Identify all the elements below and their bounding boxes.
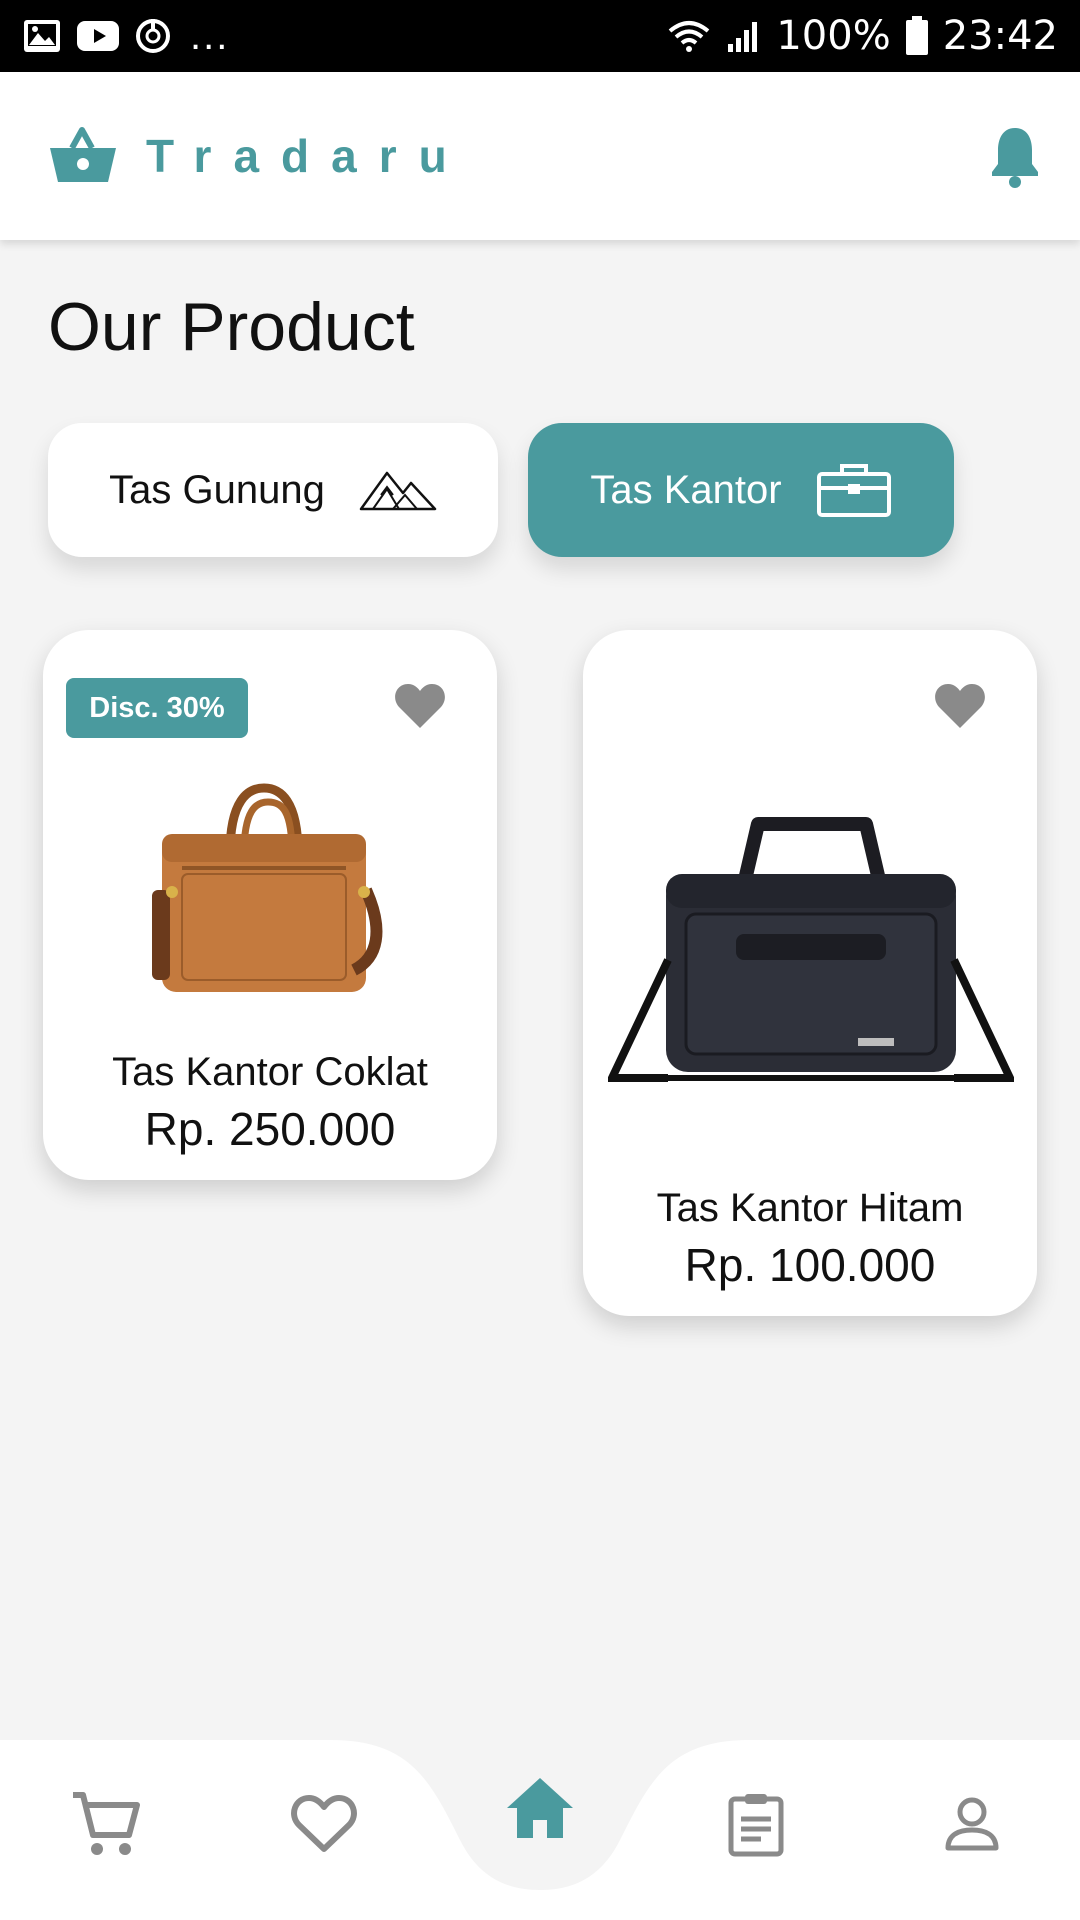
nav-favorites[interactable] [284,1784,364,1864]
nav-orders[interactable] [716,1784,796,1864]
status-right: 100% 23:42 [666,13,1058,59]
gallery-icon [24,20,60,52]
status-dots: ... [190,13,230,58]
clipboard-icon [728,1794,784,1857]
youtube-icon [77,21,119,51]
battery-icon [905,16,928,55]
black-bag-image [608,817,1014,1082]
battery-percent: 100% [776,13,891,59]
product-card[interactable]: Disc. 30% Tas Kantor Coklat Rp. 250.000 [43,630,497,1180]
category-tas-gunung[interactable]: Tas Gunung [48,423,498,557]
page-title: Our Product [48,289,415,365]
status-left: ... [22,14,229,59]
brand-name: Tradaru [146,130,469,182]
mountain-icon [359,471,437,511]
category-label: Tas Gunung [109,467,325,512]
brand[interactable]: Tradaru [48,126,469,186]
bottom-nav [0,1740,1080,1920]
clock: 23:42 [942,13,1058,59]
user-icon [945,1797,999,1851]
app-header: Tradaru [0,72,1080,240]
product-name: Tas Kantor Coklat [112,1050,428,1094]
nav-cart[interactable] [66,1784,146,1864]
basket-icon [50,127,116,182]
product-price: Rp. 250.000 [144,1103,396,1155]
bell-icon[interactable] [988,124,1042,188]
heart-icon[interactable] [933,682,987,730]
product-card[interactable]: Tas Kantor Hitam Rp. 100.000 [583,630,1037,1316]
heart-outline-icon [291,1795,357,1852]
discount-badge: Disc. 30% [66,678,248,738]
sync-icon [136,19,170,53]
product-price: Rp. 100.000 [684,1239,936,1291]
heart-icon[interactable] [393,682,447,730]
cart-icon [73,1792,140,1855]
status-bar: ... 100% 23:42 [0,0,1080,72]
nav-profile[interactable] [932,1784,1012,1864]
briefcase-icon [816,464,891,517]
wifi-icon [669,21,710,52]
product-name: Tas Kantor Hitam [656,1186,964,1230]
category-tas-kantor[interactable]: Tas Kantor [528,423,954,557]
home-icon [507,1778,573,1838]
brown-bag-image [152,783,383,992]
category-label: Tas Kantor [590,467,782,512]
signal-icon [728,22,758,52]
nav-home[interactable] [472,1740,608,1876]
